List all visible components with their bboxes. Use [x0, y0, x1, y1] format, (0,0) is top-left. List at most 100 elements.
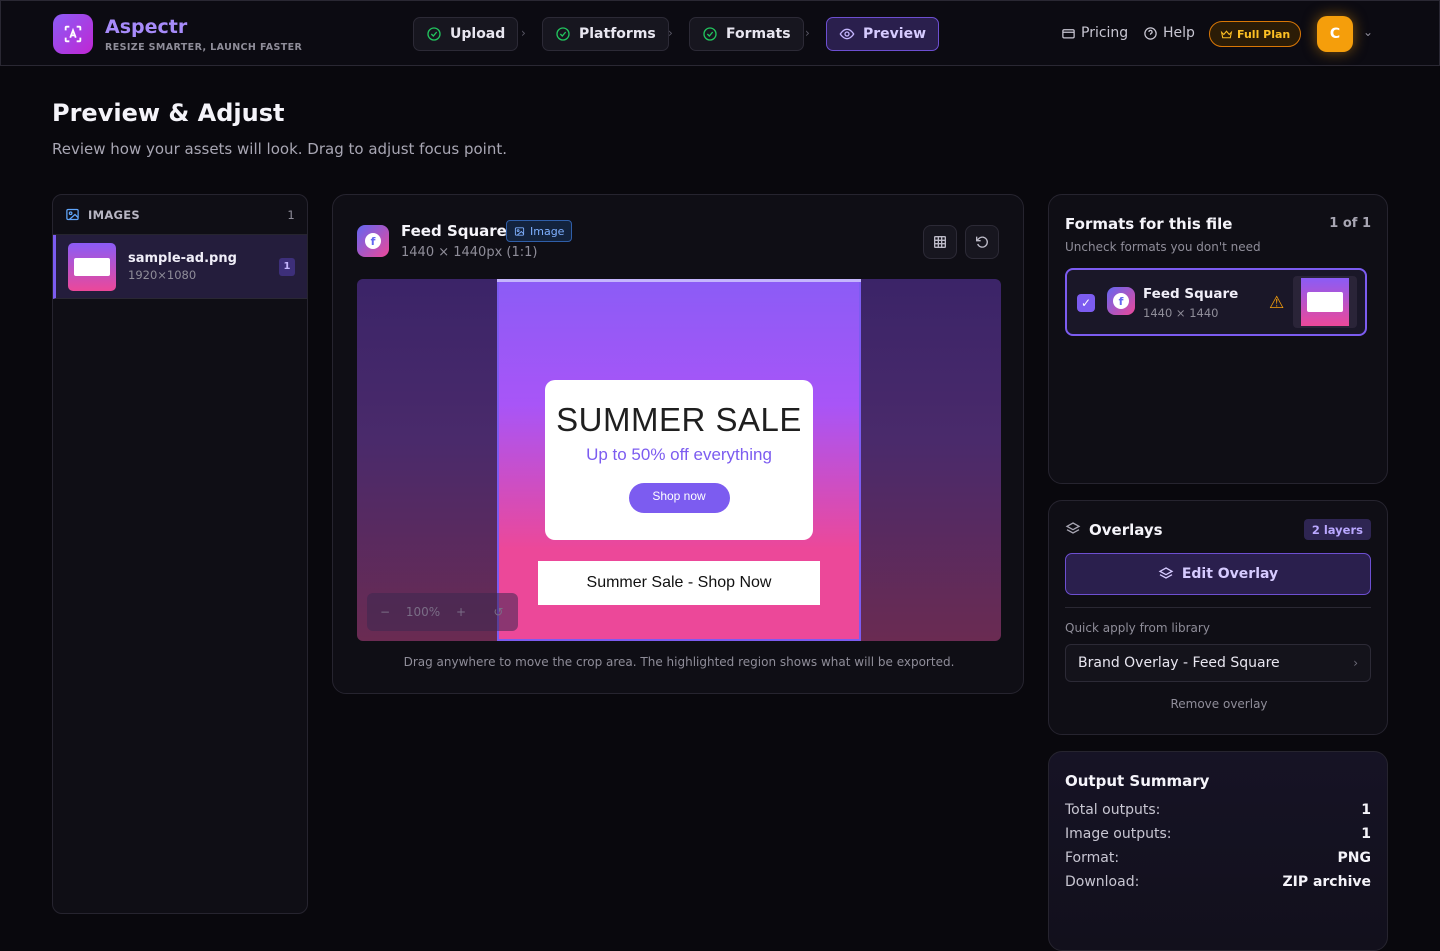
plan-label: Full Plan [1237, 27, 1291, 41]
ad-banner: Summer Sale - Shop Now [538, 561, 820, 605]
summary-value: 1 [1361, 802, 1371, 818]
warning-icon[interactable]: ⚠ [1269, 293, 1284, 313]
check-circle-icon [427, 27, 441, 41]
chevron-down-icon[interactable]: ⌄ [1363, 25, 1373, 39]
chevron-right-icon: › [805, 26, 810, 40]
format-checkbox[interactable]: ✓ [1077, 294, 1095, 312]
facebook-icon: f [357, 225, 389, 257]
check-circle-icon [556, 27, 570, 41]
layers-count-badge: 2 layers [1303, 519, 1371, 540]
ad-headline: SUMMER SALE [556, 401, 802, 438]
format-card-dimensions: 1440 × 1440 [1143, 306, 1219, 320]
crop-canvas[interactable]: SUMMER SALE Up to 50% off everything Sho… [357, 279, 1001, 641]
overlays-panel: Overlays 2 layers Edit Overlay Quick app… [1048, 500, 1388, 735]
quick-apply-label: Quick apply from library [1065, 621, 1210, 635]
formats-panel: Formats for this file 1 of 1 Uncheck for… [1048, 194, 1388, 484]
summary-row: Format: PNG [1065, 850, 1371, 866]
output-summary-panel: Output Summary Total outputs: 1 Image ou… [1048, 751, 1388, 951]
formats-title: Formats for this file [1065, 215, 1233, 233]
preview-panel: f Feed Square Image 1440 × 1440px (1:1) … [332, 194, 1024, 694]
canvas-hint: Drag anywhere to move the crop area. The… [403, 655, 955, 669]
help-label: Help [1163, 25, 1195, 41]
page-title: Preview & Adjust [52, 99, 285, 127]
step-upload[interactable]: Upload [413, 17, 519, 51]
pricing-label: Pricing [1081, 25, 1129, 41]
image-icon [66, 208, 79, 221]
step-platforms[interactable]: Platforms [542, 17, 669, 51]
grid-toggle-button[interactable] [923, 225, 957, 259]
summary-key: Total outputs: [1065, 802, 1161, 818]
ad-cta: Shop now [628, 483, 730, 513]
file-name: sample-ad.png [128, 251, 237, 266]
summary-value: PNG [1337, 850, 1371, 866]
grid-icon [934, 236, 946, 248]
zoom-out-button[interactable]: − [367, 605, 403, 619]
step-label: Preview [863, 26, 927, 42]
summary-row: Total outputs: 1 [1065, 802, 1371, 818]
reset-button[interactable] [965, 225, 999, 259]
check-circle-icon [703, 27, 717, 41]
summary-key: Download: [1065, 874, 1140, 890]
format-size: 1440 × 1440px (1:1) [401, 245, 538, 260]
facebook-icon: f [1107, 287, 1135, 315]
edit-overlay-label: Edit Overlay [1181, 566, 1279, 582]
zoom-controls: − 100% + ↺ [367, 593, 518, 631]
format-title: Feed Square [401, 222, 507, 240]
summary-title: Output Summary [1065, 772, 1210, 790]
step-preview[interactable]: Preview [826, 17, 940, 51]
layers-icon [1065, 521, 1081, 541]
zoom-reset-button[interactable]: ↺ [479, 605, 518, 619]
summary-row: Image outputs: 1 [1065, 826, 1371, 842]
library-overlay-item[interactable]: Brand Overlay - Feed Square › [1065, 644, 1371, 682]
crown-icon [1220, 29, 1233, 38]
divider [1065, 607, 1371, 608]
page-subtitle: Review how your assets will look. Drag t… [52, 140, 507, 158]
summary-key: Format: [1065, 850, 1120, 866]
step-label: Formats [726, 26, 791, 42]
credit-card-icon [1062, 28, 1075, 38]
type-tag: Image [506, 220, 573, 242]
summary-key: Image outputs: [1065, 826, 1172, 842]
brand-name: Aspectr [105, 16, 188, 38]
step-label: Upload [450, 26, 506, 42]
help-circle-icon [1144, 26, 1157, 40]
rotate-ccw-icon [976, 236, 988, 248]
file-format-count: 1 [279, 257, 295, 276]
edit-overlay-button[interactable]: Edit Overlay [1065, 553, 1371, 595]
format-card[interactable]: ✓ f Feed Square 1440 × 1440 ⚠ [1065, 268, 1367, 336]
file-list-item[interactable]: sample-ad.png 1920×1080 1 [53, 235, 307, 299]
chevron-right-icon: › [521, 26, 526, 40]
formats-count: 1 of 1 [1329, 216, 1371, 231]
logo-icon[interactable] [53, 14, 93, 54]
remove-overlay-link[interactable]: Remove overlay [1049, 697, 1389, 711]
ad-card: SUMMER SALE Up to 50% off everything Sho… [545, 380, 813, 540]
image-icon [514, 226, 525, 236]
summary-row: Download: ZIP archive [1065, 874, 1371, 890]
brand-tagline: RESIZE SMARTER, LAUNCH FASTER [105, 42, 303, 53]
avatar[interactable]: C [1317, 16, 1353, 52]
plan-badge[interactable]: Full Plan [1209, 21, 1302, 47]
chevron-right-icon: › [668, 26, 673, 40]
help-link[interactable]: Help [1143, 25, 1195, 41]
ad-subhead: Up to 50% off everything [586, 445, 772, 464]
images-panel: IMAGES 1 sample-ad.png 1920×1080 1 [52, 194, 308, 914]
file-dimensions: 1920×1080 [128, 268, 197, 282]
images-panel-header: IMAGES 1 [53, 195, 307, 235]
eye-icon [839, 28, 855, 40]
zoom-in-button[interactable]: + [443, 605, 479, 619]
format-card-name: Feed Square [1143, 286, 1239, 302]
top-bar: Aspectr RESIZE SMARTER, LAUNCH FASTER Up… [0, 0, 1440, 66]
overlays-title: Overlays [1089, 521, 1163, 539]
zoom-level: 100% [405, 605, 441, 619]
pricing-link[interactable]: Pricing [1061, 25, 1128, 41]
library-overlay-label: Brand Overlay - Feed Square [1078, 655, 1280, 671]
images-count: 1 [287, 207, 295, 222]
summary-value: 1 [1361, 826, 1371, 842]
file-thumbnail [68, 242, 116, 291]
chevron-right-icon: › [1353, 656, 1358, 670]
formats-subtitle: Uncheck formats you don't need [1065, 240, 1261, 254]
crop-top-edge[interactable] [497, 279, 861, 282]
format-thumbnail [1293, 276, 1357, 328]
step-formats[interactable]: Formats [689, 17, 804, 51]
images-header-label: IMAGES [88, 207, 141, 222]
